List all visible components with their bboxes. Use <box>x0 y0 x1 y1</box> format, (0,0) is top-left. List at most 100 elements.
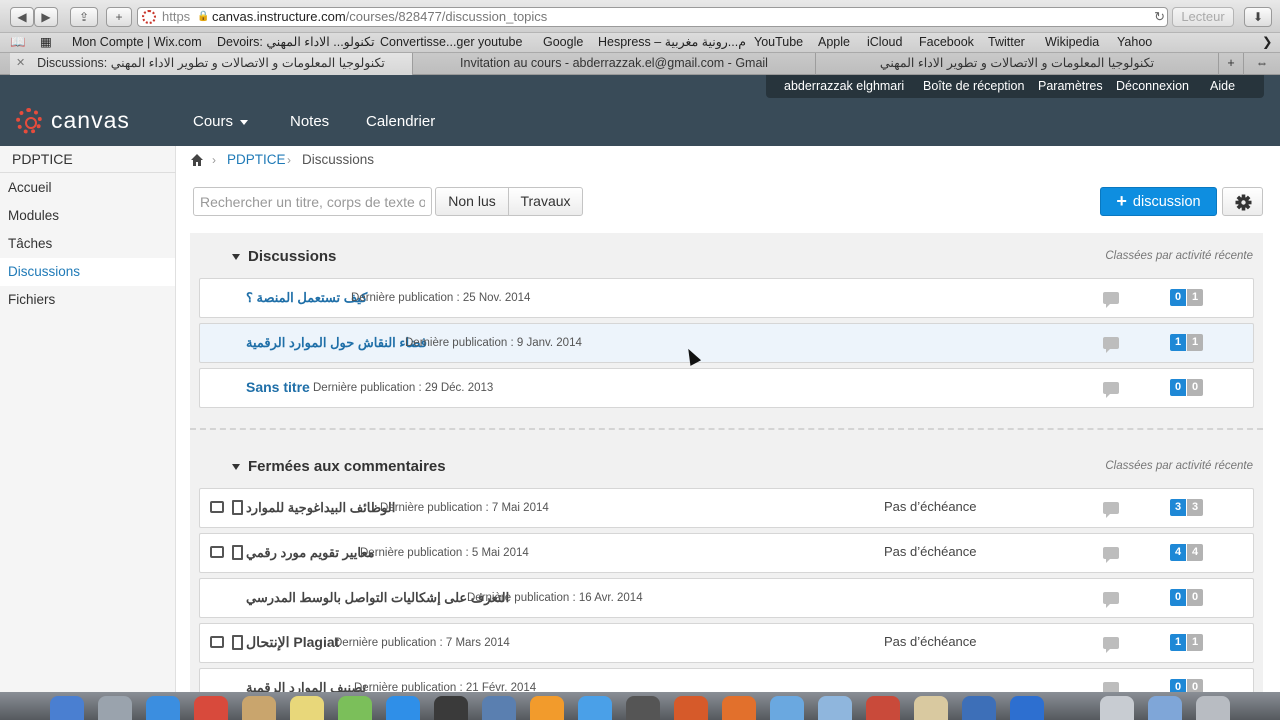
bookmark-item[interactable]: Mon Compte | Wix.com <box>72 34 202 50</box>
app-icon[interactable] <box>962 696 996 720</box>
app-icon[interactable] <box>386 696 420 720</box>
comment-icon <box>1103 637 1119 653</box>
nav-grades[interactable]: Notes <box>290 113 329 130</box>
settings-link[interactable]: Paramètres <box>1038 79 1103 93</box>
app-store-icon[interactable] <box>578 696 612 720</box>
bookmark-item[interactable]: Convertisse...ger youtube <box>380 34 522 50</box>
section-header-open[interactable]: Discussions Classées par activité récent… <box>190 245 1263 269</box>
ibooks-icon[interactable] <box>530 696 564 720</box>
bookmark-item[interactable]: Google <box>543 34 583 50</box>
app-icon[interactable] <box>866 696 900 720</box>
discussion-title[interactable]: كيف تستعمل المنصة ؟ <box>246 290 367 306</box>
section-title: Discussions <box>248 248 337 265</box>
add-discussion-button[interactable]: + discussion <box>1100 187 1217 216</box>
sidebar-item-files[interactable]: Fichiers <box>0 286 175 314</box>
discussion-title[interactable]: فضاء النقاش حول الموارد الرقمية <box>246 335 427 351</box>
chevron-right-icon[interactable]: ❯ <box>1262 34 1272 50</box>
app-icon[interactable] <box>914 696 948 720</box>
tab-gmail[interactable]: Invitation au cours - abderrazzak.el@gma… <box>413 53 816 75</box>
sidebar-item-home[interactable]: Accueil <box>0 174 175 202</box>
safari-icon[interactable] <box>146 696 180 720</box>
contacts-icon[interactable] <box>242 696 276 720</box>
breadcrumb-course[interactable]: PDPTICE <box>227 152 286 168</box>
app-icon[interactable] <box>482 696 516 720</box>
activity-monitor-icon[interactable] <box>626 696 660 720</box>
last-post: Dernière publication : 7 Mai 2014 <box>380 502 549 514</box>
search-input[interactable] <box>193 187 432 216</box>
nav-courses[interactable]: Cours <box>193 113 249 130</box>
breadcrumb-current: Discussions <box>302 152 375 167</box>
notes-icon[interactable] <box>290 696 324 720</box>
bookmark-item[interactable]: YouTube <box>754 34 803 50</box>
discussion-row[interactable]: معايير تقويم مورد رقمي Dernière publicat… <box>199 533 1254 573</box>
firefox-icon[interactable] <box>722 696 756 720</box>
discussion-title[interactable]: Sans titre <box>246 379 310 395</box>
launchpad-icon[interactable] <box>98 696 132 720</box>
download-icon[interactable]: ⬇ <box>1244 7 1272 27</box>
settings-button[interactable] <box>1222 187 1263 216</box>
app-icon[interactable] <box>674 696 708 720</box>
reload-icon[interactable]: ↻ <box>1154 8 1165 26</box>
top-sites-icon[interactable]: ▦ <box>40 34 52 50</box>
app-icon[interactable] <box>434 696 468 720</box>
discussion-row[interactable]: كيف تستعمل المنصة ؟ Dernière publication… <box>199 278 1254 318</box>
filter-graded-button[interactable]: Travaux <box>508 187 583 216</box>
discussion-row[interactable]: الإنتحال Plagiat Dernière publication : … <box>199 623 1254 663</box>
maps-icon[interactable] <box>338 696 372 720</box>
filter-unread-button[interactable]: Non lus <box>435 187 509 216</box>
app-icon[interactable] <box>818 696 852 720</box>
sort-note: Classées par activité récente <box>1105 460 1253 472</box>
discussion-title[interactable]: معايير تقويم مورد رقمي <box>246 545 375 561</box>
logout-link[interactable]: Déconnexion <box>1116 79 1189 93</box>
bookmark-item[interactable]: Hespress – م...رونية مغربية <box>598 34 746 50</box>
inbox-link[interactable]: Boîte de réception <box>923 79 1024 93</box>
bookmark-item[interactable]: Wikipedia <box>1045 34 1099 50</box>
main-header: canvas Cours Notes Calendrier <box>0 98 1280 146</box>
bookmark-item[interactable]: Yahoo <box>1117 34 1152 50</box>
browser-toolbar: ◀ ▶ ⇪ + https 🔒 canvas.instructure.com/c… <box>0 0 1280 33</box>
help-link[interactable]: Aide <box>1210 79 1235 93</box>
reading-list-icon[interactable]: 📖 <box>10 34 26 50</box>
discussion-title[interactable]: الوظائف البيداغوجية للموارد <box>246 500 395 516</box>
unread-count: 0 <box>1170 289 1186 306</box>
downloads-icon[interactable] <box>1148 696 1182 720</box>
bookmark-item[interactable]: Devoirs: تكنولو... الاداء المهني <box>217 34 375 50</box>
bookmark-item[interactable]: Apple <box>818 34 850 50</box>
calendar-icon[interactable] <box>194 696 228 720</box>
tab-discussions[interactable]: ✕ Discussions: تكنولوجيا المعلومات و الا… <box>10 53 413 75</box>
trash-icon[interactable] <box>1196 696 1230 720</box>
bookmark-item[interactable]: Facebook <box>919 34 974 50</box>
section-title: Fermées aux commentaires <box>248 458 446 475</box>
discussion-row[interactable]: التعرف على إشكاليات التواصل بالوسط المدر… <box>199 578 1254 618</box>
reader-button[interactable]: Lecteur <box>1172 7 1234 27</box>
back-icon[interactable]: ◀ <box>10 7 34 27</box>
bookmark-item[interactable]: iCloud <box>867 34 902 50</box>
nav-calendar[interactable]: Calendrier <box>366 113 435 130</box>
section-header-closed[interactable]: Fermées aux commentaires Classées par ac… <box>190 455 1263 479</box>
canvas-logo-icon[interactable] <box>16 108 42 134</box>
tab-overview-icon[interactable]: ⇔ <box>1244 53 1280 75</box>
sidebar-item-discussions[interactable]: Discussions <box>0 258 175 286</box>
new-tab-icon[interactable]: + <box>106 7 132 27</box>
documents-icon[interactable] <box>1100 696 1134 720</box>
discussion-row[interactable]: الوظائف البيداغوجية للموارد Dernière pub… <box>199 488 1254 528</box>
app-icon[interactable] <box>1010 696 1044 720</box>
user-name-link[interactable]: abderrazzak elghmari <box>784 79 904 93</box>
tab-course[interactable]: تكنولوجيا المعلومات و الاتصالات و تطوير … <box>816 53 1219 75</box>
sidebar-item-assignments[interactable]: Tâches <box>0 230 175 258</box>
assignment-icon <box>232 545 243 560</box>
home-icon[interactable] <box>190 152 204 168</box>
share-icon[interactable]: ⇪ <box>70 7 98 27</box>
app-icon[interactable] <box>770 696 804 720</box>
sidebar-item-modules[interactable]: Modules <box>0 202 175 230</box>
finder-icon[interactable] <box>50 696 84 720</box>
discussion-row[interactable]: Sans titre Dernière publication : 29 Déc… <box>199 368 1254 408</box>
bookmark-item[interactable]: Twitter <box>988 34 1025 50</box>
address-bar[interactable]: https 🔒 canvas.instructure.com/courses/8… <box>137 7 1168 27</box>
canvas-logo-text[interactable]: canvas <box>51 107 130 134</box>
forward-icon[interactable]: ▶ <box>34 7 58 27</box>
new-tab-icon[interactable]: + <box>1219 53 1244 75</box>
close-icon[interactable]: ✕ <box>16 53 25 74</box>
discussion-title[interactable]: الإنتحال Plagiat <box>246 634 339 651</box>
discussion-row[interactable]: فضاء النقاش حول الموارد الرقمية Dernière… <box>199 323 1254 363</box>
